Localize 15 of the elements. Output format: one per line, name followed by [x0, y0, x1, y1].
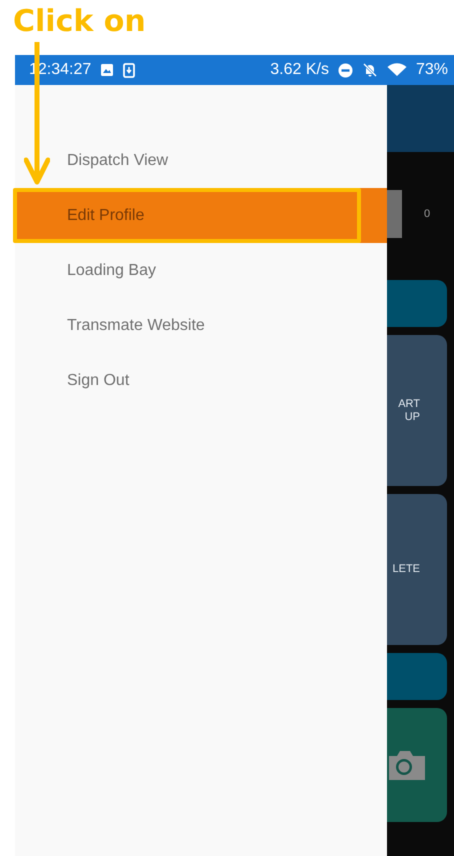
input-field	[387, 190, 402, 238]
wifi-icon	[386, 63, 407, 77]
annotation-label: Click on	[13, 3, 146, 41]
network-speed: 3.62 K/s	[270, 61, 329, 79]
do-not-disturb-icon	[338, 62, 353, 78]
drawer-item[interactable]: Sign Out	[15, 353, 387, 408]
drawer-item[interactable]: Dispatch View	[15, 133, 387, 188]
app-bar	[387, 85, 454, 152]
bell-off-icon	[362, 62, 378, 78]
drawer-item[interactable]: Transmate Website	[15, 298, 387, 353]
image-icon	[100, 63, 114, 77]
drawer-item[interactable]: Loading Bay	[15, 243, 387, 298]
download-icon	[123, 62, 136, 78]
battery-percent: 73%	[416, 61, 448, 79]
counter-value: 0	[424, 208, 430, 220]
